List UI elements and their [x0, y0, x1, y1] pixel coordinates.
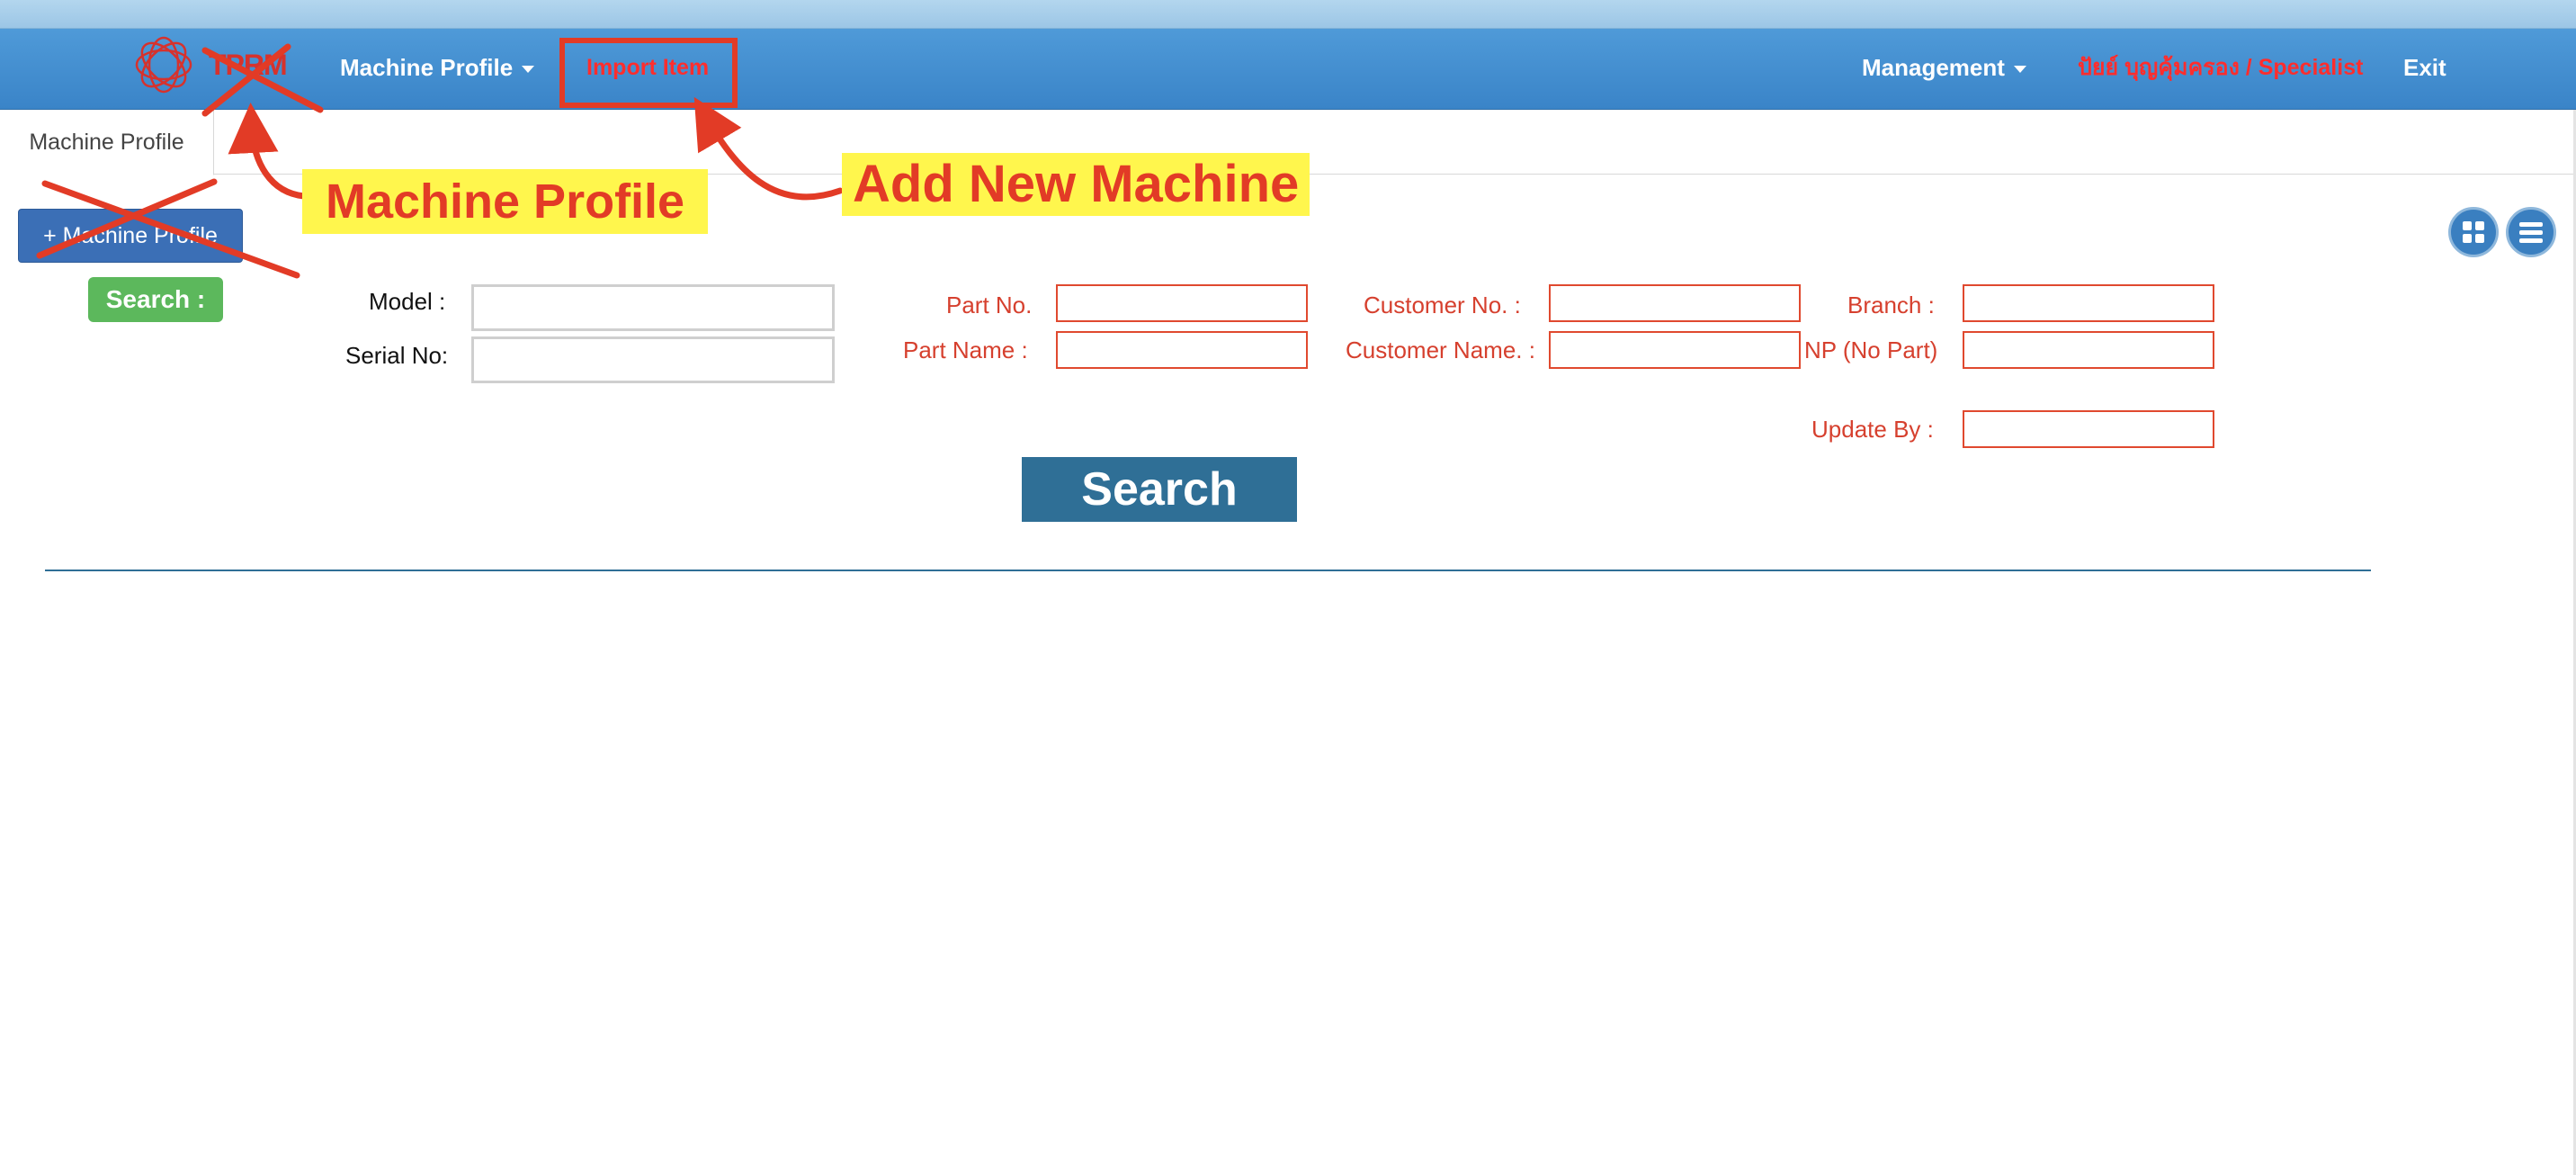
arrow-to-import-item	[693, 96, 844, 201]
arrow-to-brand	[228, 103, 308, 200]
annotation-add-new-machine: Add New Machine	[842, 153, 1310, 216]
annotation-machine-profile: Machine Profile	[302, 169, 709, 234]
